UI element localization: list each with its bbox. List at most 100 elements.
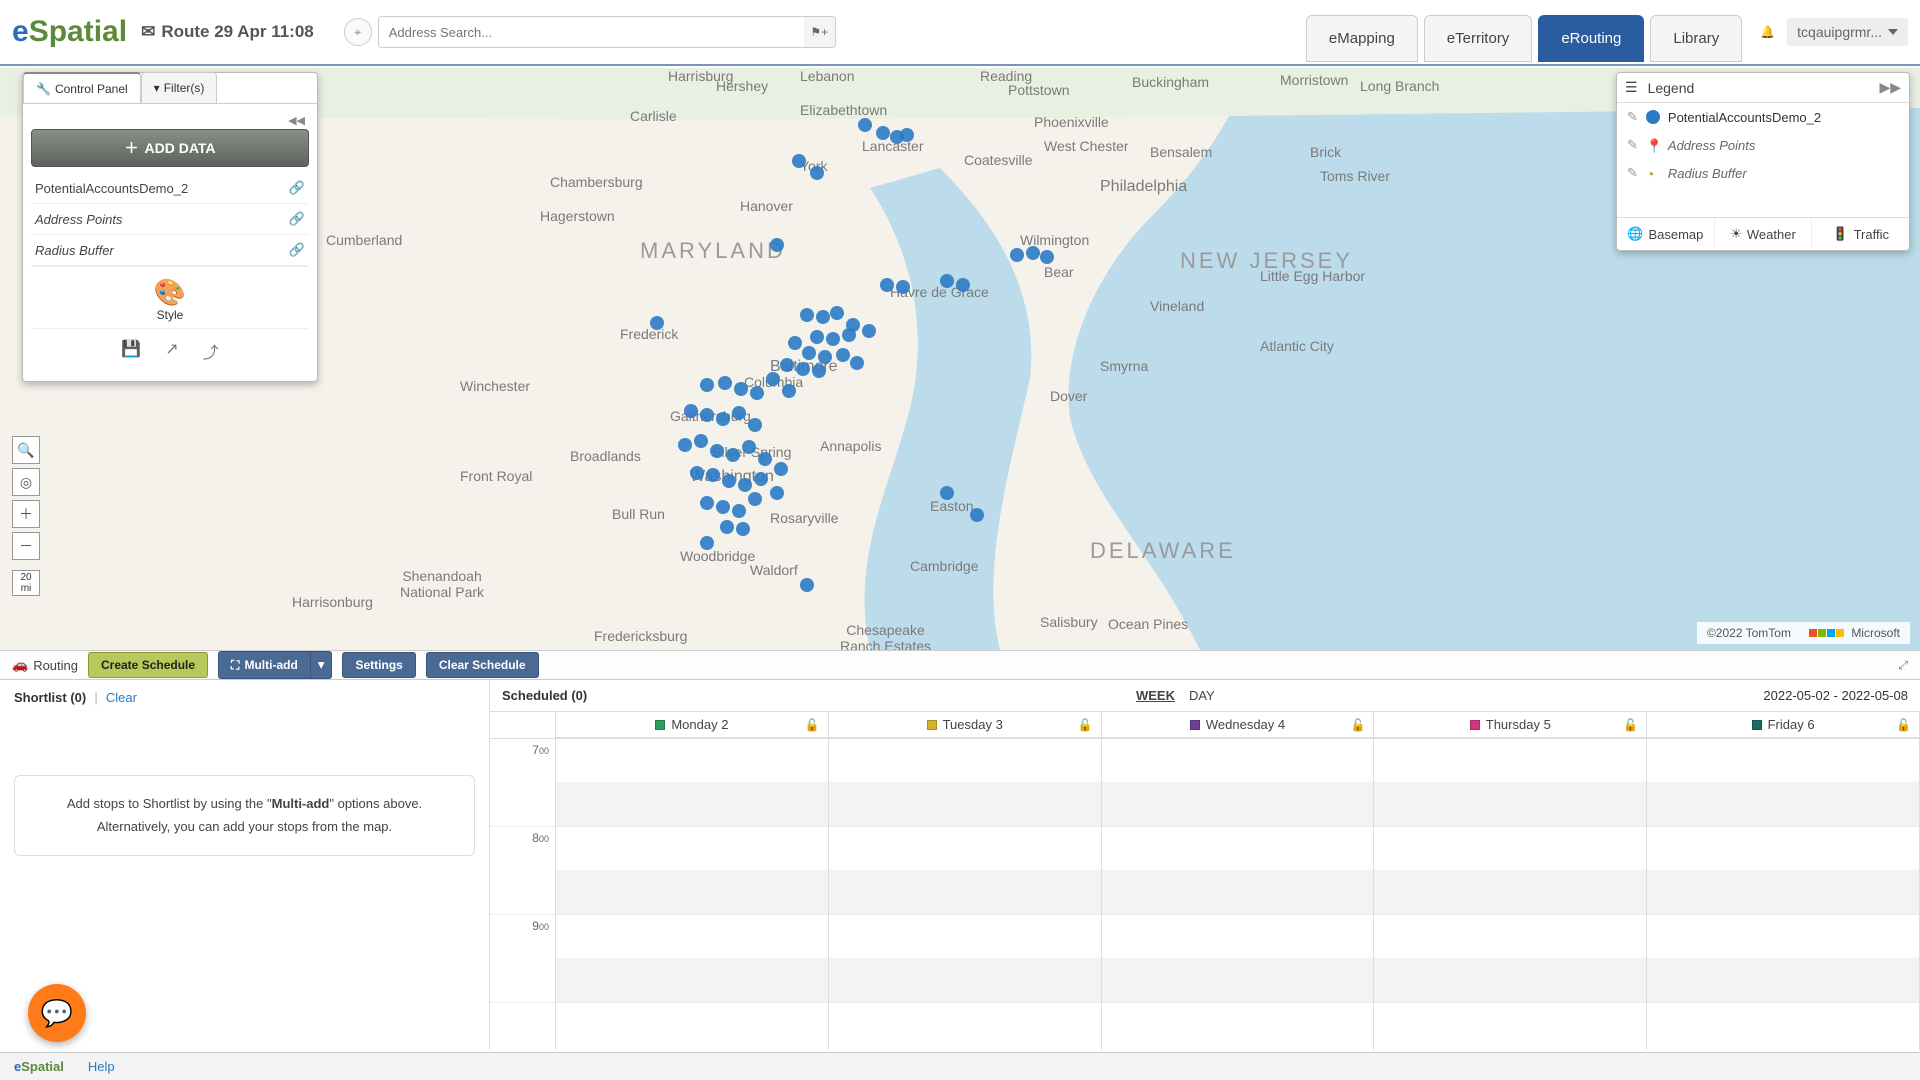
zoom-in-button[interactable]: ＋	[12, 500, 40, 528]
shortlist-clear-button[interactable]: Clear	[106, 690, 137, 705]
map-label-city: Easton	[930, 498, 974, 514]
logo-e: e	[12, 15, 29, 48]
legend-item[interactable]: ✎ 📍 Address Points	[1617, 131, 1909, 159]
lock-icon[interactable]: 🔓	[1350, 718, 1365, 732]
layer-name: Address Points	[35, 212, 122, 227]
legend-item-label: PotentialAccountsDemo_2	[1668, 110, 1821, 125]
zoom-extent-button[interactable]: ◎	[12, 468, 40, 496]
basemap-button[interactable]: 🌐Basemap	[1617, 218, 1715, 250]
legend-symbol-dot	[1646, 110, 1660, 124]
multi-add-button[interactable]: ⛶ Multi-add	[218, 651, 310, 679]
help-link[interactable]: Help	[88, 1059, 115, 1074]
legend-symbol-buffer: ◔	[1646, 166, 1660, 180]
traffic-icon: 🚦	[1832, 226, 1848, 242]
user-menu[interactable]: tcqauipgrmr...	[1787, 18, 1908, 46]
routing-label: 🚗 Routing	[12, 657, 78, 673]
routing-toolbar: 🚗 Routing Create Schedule ⛶ Multi-add ▾ …	[0, 650, 1920, 680]
legend-title: Legend	[1648, 80, 1695, 96]
map-label-city: Chesapeake Ranch Estates	[840, 622, 931, 650]
style-label: Style	[31, 308, 309, 322]
add-pin-button[interactable]: ⚑+	[804, 16, 836, 48]
day-label: Monday 2	[671, 717, 728, 732]
save-icon[interactable]: 💾	[121, 339, 141, 363]
zoom-out-button[interactable]: －	[12, 532, 40, 560]
nav-tabs: eMapping eTerritory eRouting Library	[1306, 3, 1742, 62]
calendar-grid[interactable]: 700 800 900	[490, 738, 1920, 1050]
chat-icon: 💬	[41, 998, 73, 1029]
map-label-city: Annapolis	[820, 438, 882, 454]
tab-eterritory[interactable]: eTerritory	[1424, 15, 1533, 62]
style-button[interactable]: 🎨 Style	[31, 266, 309, 328]
map-label-city: Atlantic City	[1260, 338, 1334, 354]
map-label-city: Waldorf	[750, 562, 798, 578]
map-label-city: Vineland	[1150, 298, 1204, 314]
notifications-icon[interactable]: 🔔	[1760, 25, 1775, 39]
eyedropper-icon: ✎	[1627, 109, 1638, 125]
map-label-city: Bear	[1044, 264, 1074, 280]
legend-item[interactable]: ✎ ◔ Radius Buffer	[1617, 159, 1909, 187]
lock-icon[interactable]: 🔓	[1623, 718, 1638, 732]
link-icon[interactable]: 🔗	[289, 180, 305, 196]
day-column: Tuesday 3 🔓	[829, 712, 1102, 738]
layer-row[interactable]: Address Points 🔗	[31, 204, 309, 235]
tab-erouting[interactable]: eRouting	[1538, 15, 1644, 62]
logo-spatial: Spatial	[29, 15, 127, 48]
lock-icon[interactable]: 🔓	[1896, 718, 1911, 732]
layer-row[interactable]: PotentialAccountsDemo_2 🔗	[31, 173, 309, 204]
locate-icon[interactable]: ⌖	[344, 18, 372, 46]
expand-legend-button[interactable]: ▶▶	[1879, 79, 1901, 96]
settings-button[interactable]: Settings	[342, 652, 415, 678]
legend-item[interactable]: ✎ PotentialAccountsDemo_2	[1617, 103, 1909, 131]
link-icon[interactable]: 🔗	[289, 242, 305, 258]
weather-button[interactable]: ☀Weather	[1715, 218, 1813, 250]
layer-row[interactable]: Radius Buffer 🔗	[31, 235, 309, 266]
view-day-button[interactable]: DAY	[1189, 688, 1215, 703]
expand-panel-button[interactable]: ⤢	[1898, 658, 1908, 673]
zoom-search-button[interactable]: 🔍	[12, 436, 40, 464]
legend-panel: ☰ Legend ▶▶ ✎ PotentialAccountsDemo_2 ✎ …	[1616, 72, 1910, 251]
map-label-city: Lebanon	[800, 68, 855, 84]
view-week-button[interactable]: WEEK	[1136, 688, 1175, 703]
scheduled-panel: Scheduled (0) WEEK DAY 2022-05-02 - 2022…	[490, 680, 1920, 1050]
map-label-city: Bull Run	[612, 506, 665, 522]
tab-emapping[interactable]: eMapping	[1306, 15, 1418, 62]
clear-schedule-button[interactable]: Clear Schedule	[426, 652, 539, 678]
search-input[interactable]	[378, 16, 808, 48]
map-label-state: MARYLAND	[640, 238, 786, 264]
chat-button[interactable]: 💬	[28, 984, 86, 1042]
map-attribution: ©2022 TomTom Microsoft	[1697, 622, 1910, 644]
share-icon[interactable]: ↗	[165, 339, 178, 363]
add-data-button[interactable]: ＋ ADD DATA	[31, 129, 309, 167]
lock-icon[interactable]: 🔓	[805, 718, 820, 732]
traffic-button[interactable]: 🚦Traffic	[1812, 218, 1909, 250]
map-label-city: Bensalem	[1150, 144, 1212, 160]
day-label: Tuesday 3	[943, 717, 1003, 732]
eyedropper-icon: ✎	[1627, 165, 1638, 181]
footer-logo: eSpatial	[14, 1059, 64, 1074]
shortlist-title: Shortlist (0)	[14, 690, 86, 705]
globe-icon: 🌐	[1627, 226, 1643, 242]
palette-icon: 🎨	[31, 277, 309, 308]
app-footer: eSpatial Help	[0, 1052, 1920, 1080]
route-title: ✉ Route 29 Apr 11:08	[141, 22, 314, 42]
day-label: Thursday 5	[1486, 717, 1551, 732]
day-color-chip	[1190, 720, 1200, 730]
wrench-icon: 🔧	[36, 82, 51, 96]
eyedropper-icon: ✎	[1627, 137, 1638, 153]
link-icon[interactable]: 🔗	[289, 211, 305, 227]
map-label-city: Hanover	[740, 198, 793, 214]
map-zoom-controls: 🔍 ◎ ＋ － 20 mi	[12, 436, 40, 596]
multi-add-dropdown[interactable]: ▾	[310, 651, 333, 679]
map-label-city: Little Egg Harbor	[1260, 268, 1365, 284]
tab-filters[interactable]: ▾ Filter(s)	[141, 72, 218, 103]
create-schedule-button[interactable]: Create Schedule	[88, 652, 208, 678]
map-label-city: Front Royal	[460, 468, 532, 484]
collapse-panel-button[interactable]: ◀◀	[31, 112, 309, 129]
export-icon[interactable]: ⤴	[203, 339, 219, 363]
lock-icon[interactable]: 🔓	[1078, 718, 1093, 732]
plus-icon: ＋	[124, 138, 138, 158]
day-color-chip	[655, 720, 665, 730]
map-label-city: Pottstown	[1008, 82, 1069, 98]
tab-library[interactable]: Library	[1650, 15, 1742, 62]
tab-control-panel[interactable]: 🔧 Control Panel	[23, 72, 141, 103]
